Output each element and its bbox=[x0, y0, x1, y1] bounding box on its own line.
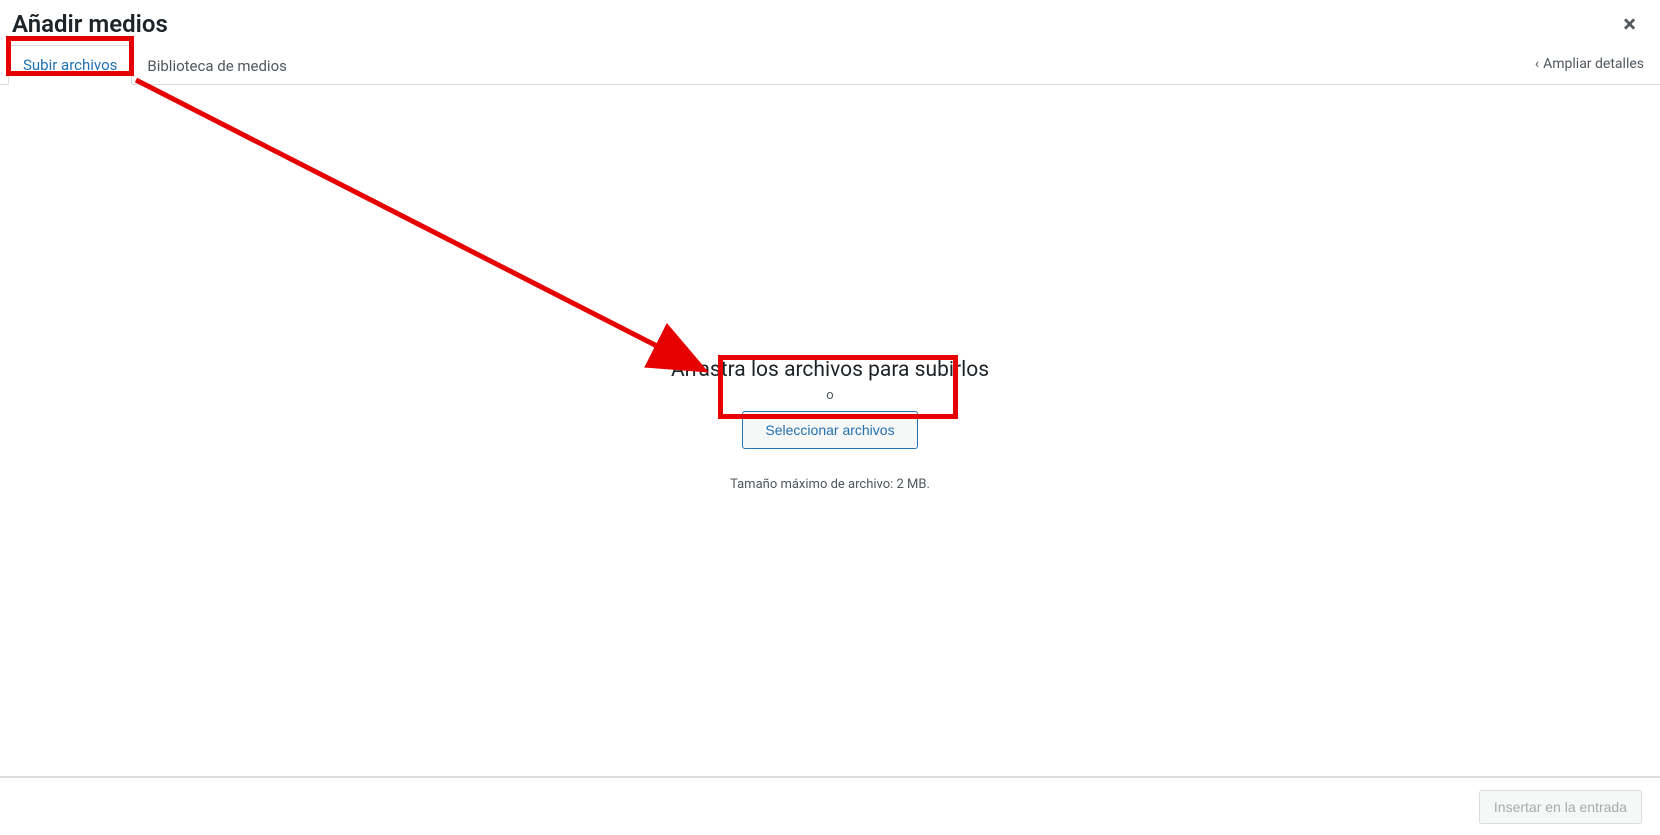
select-files-label: Seleccionar archivos bbox=[765, 422, 894, 438]
chevron-left-icon: ‹ bbox=[1535, 57, 1539, 71]
or-text: o bbox=[826, 388, 833, 403]
drop-heading: Arrastra los archivos para subirlos bbox=[671, 358, 989, 382]
max-size-text: Tamaño máximo de archivo: 2 MB. bbox=[730, 477, 930, 492]
footer-bar: Insertar en la entrada bbox=[0, 777, 1660, 835]
close-icon: × bbox=[1623, 10, 1636, 38]
insert-button-label: Insertar en la entrada bbox=[1494, 799, 1627, 815]
modal-title: Añadir medios bbox=[12, 10, 168, 38]
modal-header: Añadir medios × bbox=[0, 0, 1660, 44]
close-button[interactable]: × bbox=[1617, 8, 1642, 40]
select-files-button[interactable]: Seleccionar archivos bbox=[742, 411, 917, 449]
expand-details-label: Ampliar detalles bbox=[1543, 56, 1644, 72]
tab-upload-label: Subir archivos bbox=[23, 56, 117, 74]
expand-details-link[interactable]: ‹ Ampliar detalles bbox=[1535, 56, 1644, 72]
tab-library-label: Biblioteca de medios bbox=[147, 57, 287, 75]
upload-drop-area[interactable]: Arrastra los archivos para subirlos o Se… bbox=[0, 74, 1660, 777]
insert-into-post-button[interactable]: Insertar en la entrada bbox=[1479, 790, 1642, 824]
